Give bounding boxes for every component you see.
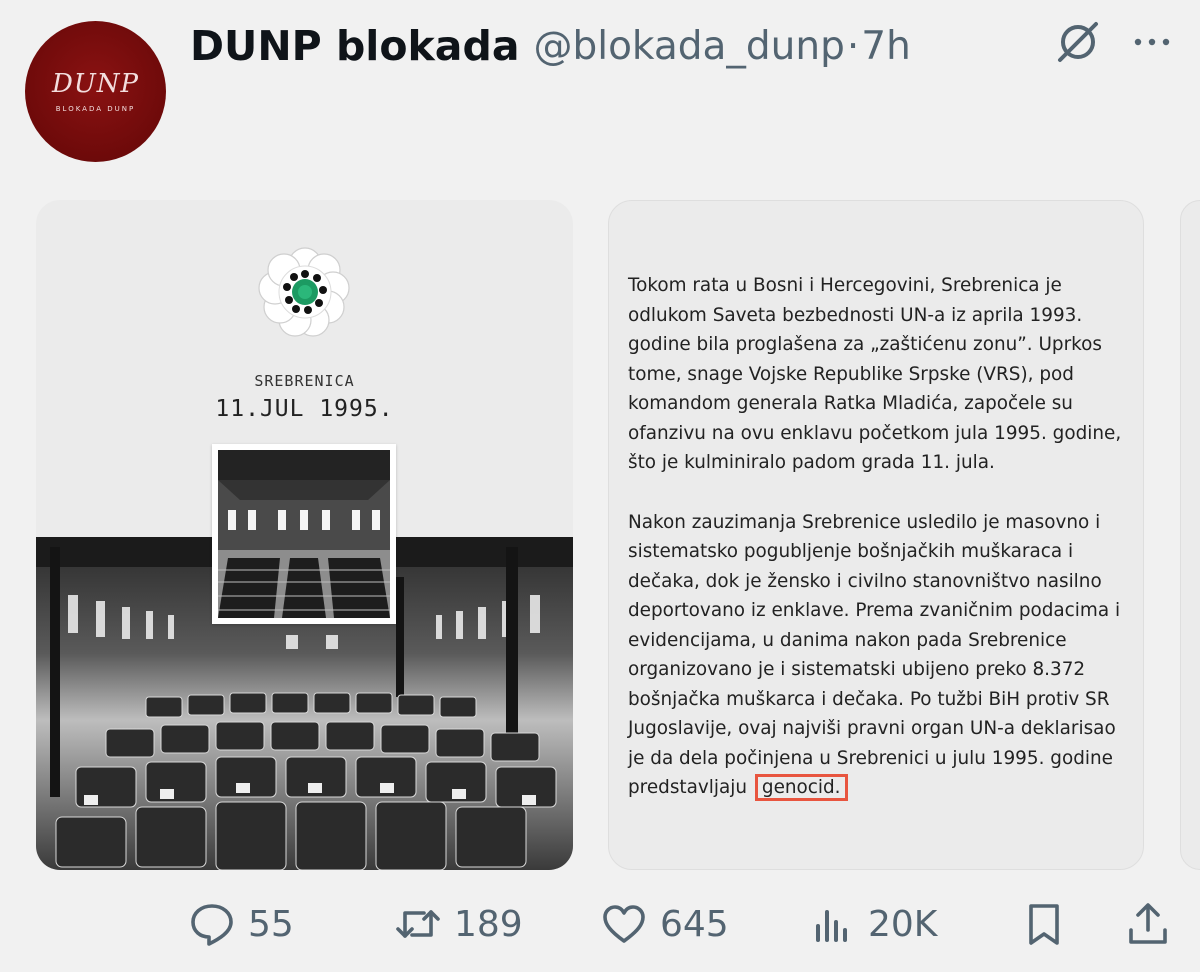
separator-dot: · — [846, 23, 860, 69]
mosque-interior-photo — [212, 444, 396, 624]
memorial-place-label: SREBRENICA — [254, 372, 355, 390]
media-image-memorial[interactable]: SREBRENICA 11.JUL 1995. — [36, 200, 573, 870]
bookmark-icon — [1029, 904, 1059, 945]
reply-count: 55 — [248, 903, 294, 945]
media-image-next-partial[interactable] — [1180, 200, 1200, 870]
reply-button[interactable]: 55 — [188, 892, 294, 956]
views-count: 20K — [868, 903, 938, 945]
text-paragraph-2: Nakon zauzimanja Srebrenice usledilo je … — [628, 508, 1128, 803]
tweet-action-bar: 55 189 645 20K — [0, 892, 1200, 956]
heart-icon — [603, 905, 645, 943]
like-count: 645 — [660, 903, 729, 945]
views-chart-icon — [816, 910, 847, 942]
avatar-logo-subtext: BLOKADA DUNP — [55, 104, 136, 113]
bookmark-button[interactable] — [1020, 892, 1068, 956]
like-button[interactable]: 645 — [600, 892, 729, 956]
srebrenica-flower-icon — [253, 240, 357, 344]
retweet-icon — [396, 910, 440, 938]
author-display-name[interactable]: DUNP blokada — [190, 22, 519, 70]
share-button[interactable] — [1124, 892, 1172, 956]
avatar[interactable]: DUNP BLOKADA DUNP — [25, 21, 166, 162]
memorial-date-label: 11.JUL 1995. — [215, 396, 394, 422]
retweet-count: 189 — [454, 903, 523, 945]
more-options-icon[interactable] — [1128, 30, 1176, 54]
media-image-text[interactable]: Tokom rata u Bosni i Hercegovini, Srebre… — [608, 200, 1144, 870]
reply-icon — [191, 904, 233, 946]
author-handle[interactable]: @blokada_dunp — [533, 24, 844, 69]
tweet-header: DUNP blokada @blokada_dunp · 7h — [190, 14, 911, 78]
views-button[interactable]: 20K — [808, 892, 937, 956]
text-content: Tokom rata u Bosni i Hercegovini, Srebre… — [628, 271, 1128, 803]
timestamp[interactable]: 7h — [861, 24, 911, 69]
text-paragraph-1: Tokom rata u Bosni i Hercegovini, Srebre… — [628, 275, 1122, 473]
grok-icon[interactable] — [1054, 18, 1102, 66]
retweet-button[interactable]: 189 — [394, 892, 523, 956]
highlighted-word: genocid. — [754, 774, 848, 801]
text-paragraph-2-body: Nakon zauzimanja Srebrenice usledilo je … — [628, 511, 1121, 799]
avatar-logo-text: DUNP — [51, 68, 139, 99]
share-icon — [1129, 903, 1167, 944]
